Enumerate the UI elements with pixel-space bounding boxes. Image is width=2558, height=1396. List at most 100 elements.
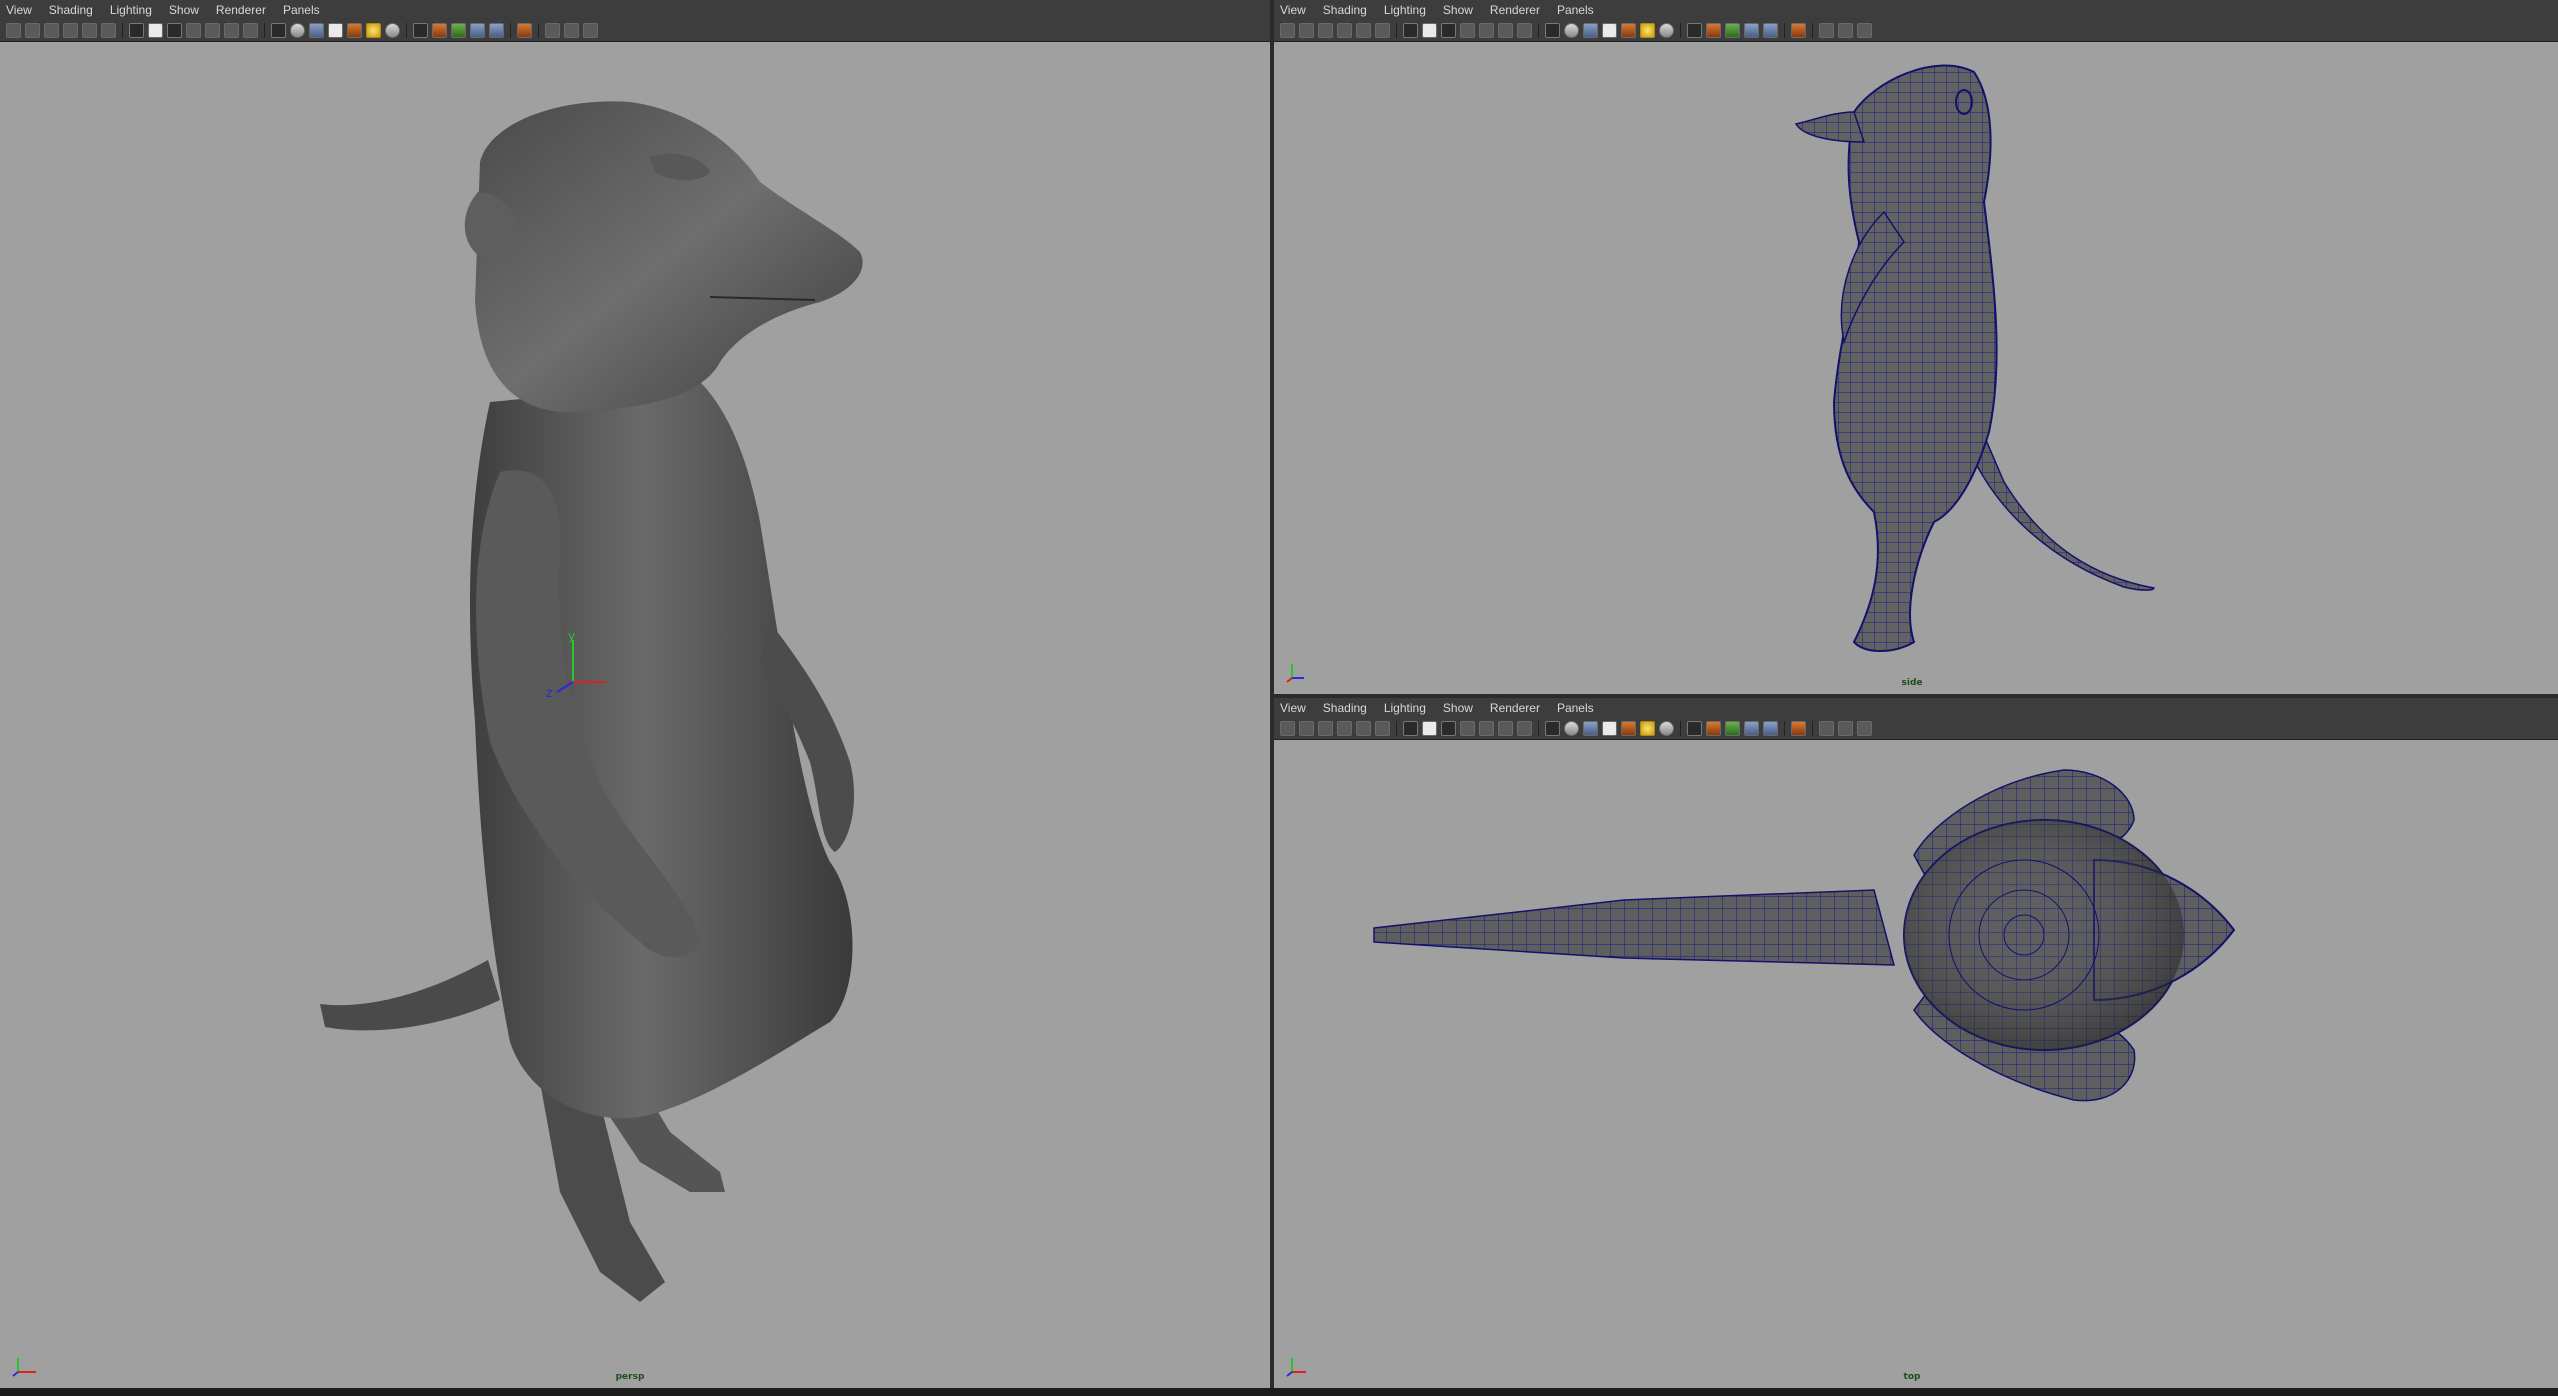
use-all-lights-icon[interactable] [385,23,400,38]
grease-pencil-icon[interactable] [1356,721,1371,736]
screen-space-ao-icon[interactable] [1706,23,1721,38]
camera-attributes-icon[interactable] [1299,23,1314,38]
isolate-select-icon[interactable] [1791,23,1806,38]
wireframe-icon[interactable] [1545,721,1560,736]
xray-icon[interactable] [1602,721,1617,736]
menu-show[interactable]: Show [1443,3,1473,17]
bookmark-icon[interactable] [44,23,59,38]
grease-pencil-icon[interactable] [82,23,97,38]
depth-of-field-icon[interactable] [1763,721,1778,736]
menu-shading[interactable]: Shading [1323,3,1367,17]
camera-attributes-icon[interactable] [1299,721,1314,736]
menu-renderer[interactable]: Renderer [216,3,266,17]
menu-shading[interactable]: Shading [1323,701,1367,715]
wireframe-on-shaded-icon[interactable] [1583,23,1598,38]
default-light-icon[interactable] [1640,721,1655,736]
field-chart-icon[interactable] [1479,23,1494,38]
image-plane-icon[interactable] [63,23,78,38]
depth-of-field-icon[interactable] [1763,23,1778,38]
menu-lighting[interactable]: Lighting [110,3,152,17]
2d-pan-zoom-icon[interactable] [101,23,116,38]
safe-title-icon[interactable] [243,23,258,38]
xray-active-icon[interactable] [1857,23,1872,38]
multisample-aa-icon[interactable] [1744,23,1759,38]
wireframe-icon[interactable] [1545,23,1560,38]
xray-icon[interactable] [328,23,343,38]
menu-view[interactable]: View [6,3,32,17]
wireframe-icon[interactable] [271,23,286,38]
smooth-shade-icon[interactable] [290,23,305,38]
menu-view[interactable]: View [1280,3,1306,17]
film-gate-icon[interactable] [1422,23,1437,38]
menu-view[interactable]: View [1280,701,1306,715]
hud-icon[interactable] [1819,23,1834,38]
gate-mask-icon[interactable] [1460,721,1475,736]
xray-icon[interactable] [1602,23,1617,38]
isolate-select-icon[interactable] [1791,721,1806,736]
field-chart-icon[interactable] [205,23,220,38]
screen-space-ao-icon[interactable] [432,23,447,38]
persp-viewport[interactable]: y z persp [0,42,1270,1388]
isolate-select-icon[interactable] [517,23,532,38]
use-all-lights-icon[interactable] [1659,721,1674,736]
menu-lighting[interactable]: Lighting [1384,3,1426,17]
hud-icon[interactable] [1819,721,1834,736]
gate-mask-icon[interactable] [186,23,201,38]
bookmark-icon[interactable] [1318,721,1333,736]
2d-pan-zoom-icon[interactable] [1375,721,1390,736]
wireframe-on-shaded-icon[interactable] [1583,721,1598,736]
menu-panels[interactable]: Panels [283,3,320,17]
safe-title-icon[interactable] [1517,23,1532,38]
bookmark-icon[interactable] [1318,23,1333,38]
default-light-icon[interactable] [366,23,381,38]
resolution-gate-icon[interactable] [167,23,182,38]
default-light-icon[interactable] [1640,23,1655,38]
safe-action-icon[interactable] [1498,721,1513,736]
xray-active-icon[interactable] [583,23,598,38]
menu-renderer[interactable]: Renderer [1490,701,1540,715]
xray-joints-icon[interactable] [1838,23,1853,38]
gate-mask-icon[interactable] [1460,23,1475,38]
menu-renderer[interactable]: Renderer [1490,3,1540,17]
menu-show[interactable]: Show [169,3,199,17]
textured-icon[interactable] [347,23,362,38]
shadows-icon[interactable] [413,23,428,38]
use-all-lights-icon[interactable] [1659,23,1674,38]
select-camera-icon[interactable] [6,23,21,38]
grid-icon[interactable] [1403,721,1418,736]
motion-blur-icon[interactable] [451,23,466,38]
select-camera-icon[interactable] [1280,721,1295,736]
shadows-icon[interactable] [1687,23,1702,38]
2d-pan-zoom-icon[interactable] [1375,23,1390,38]
xray-active-icon[interactable] [1857,721,1872,736]
grid-icon[interactable] [129,23,144,38]
wireframe-on-shaded-icon[interactable] [309,23,324,38]
film-gate-icon[interactable] [1422,721,1437,736]
grease-pencil-icon[interactable] [1356,23,1371,38]
hud-icon[interactable] [545,23,560,38]
film-gate-icon[interactable] [148,23,163,38]
image-plane-icon[interactable] [1337,23,1352,38]
smooth-shade-icon[interactable] [1564,23,1579,38]
resolution-gate-icon[interactable] [1441,23,1456,38]
multisample-aa-icon[interactable] [1744,721,1759,736]
smooth-shade-icon[interactable] [1564,721,1579,736]
screen-space-ao-icon[interactable] [1706,721,1721,736]
resolution-gate-icon[interactable] [1441,721,1456,736]
image-plane-icon[interactable] [1337,721,1352,736]
menu-panels[interactable]: Panels [1557,3,1594,17]
safe-title-icon[interactable] [1517,721,1532,736]
field-chart-icon[interactable] [1479,721,1494,736]
grid-icon[interactable] [1403,23,1418,38]
top-viewport[interactable]: top [1274,740,2558,1388]
motion-blur-icon[interactable] [1725,23,1740,38]
menu-lighting[interactable]: Lighting [1384,701,1426,715]
safe-action-icon[interactable] [1498,23,1513,38]
textured-icon[interactable] [1621,721,1636,736]
motion-blur-icon[interactable] [1725,721,1740,736]
xray-joints-icon[interactable] [1838,721,1853,736]
safe-action-icon[interactable] [224,23,239,38]
textured-icon[interactable] [1621,23,1636,38]
side-viewport[interactable]: side [1274,42,2558,694]
multisample-aa-icon[interactable] [470,23,485,38]
